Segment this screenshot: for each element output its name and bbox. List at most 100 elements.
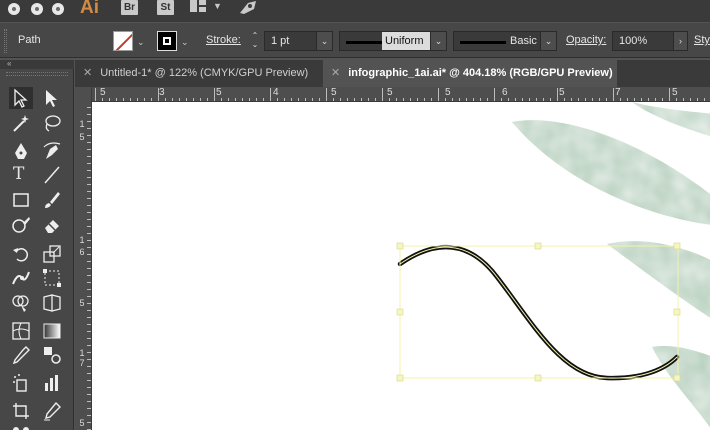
- stroke-swatch[interactable]: [157, 31, 177, 51]
- profile-preview: [346, 41, 382, 44]
- ruler-tick: [87, 359, 91, 360]
- bridge-button[interactable]: Br: [121, 0, 138, 15]
- stroke-weight-field[interactable]: 1 pt ⌄: [264, 31, 333, 51]
- perspective-icon[interactable]: [40, 292, 64, 314]
- ruler-tick: [87, 191, 91, 192]
- opacity-field[interactable]: 100% ›: [612, 31, 688, 51]
- chevron-down-icon[interactable]: ⌄: [316, 32, 332, 50]
- chevron-down-icon[interactable]: ▼: [213, 1, 222, 11]
- ruler-label: 5: [216, 87, 222, 98]
- ruler-tick: [87, 282, 91, 283]
- ruler-tick: [87, 240, 91, 241]
- leaf-shape: [607, 241, 710, 318]
- ruler-tick: [87, 128, 91, 129]
- direct-selection-tool-icon[interactable]: [40, 87, 64, 109]
- ruler-tick: [87, 352, 91, 353]
- control-bar-grip[interactable]: [4, 29, 7, 53]
- gradient-icon[interactable]: [40, 320, 64, 342]
- paintbrush-icon[interactable]: [40, 189, 64, 211]
- ruler-tick: [87, 394, 91, 395]
- tab-untitled-1[interactable]: ✕ Untitled-1* @ 122% (CMYK/GPU Preview): [75, 60, 323, 87]
- stroke-label[interactable]: Stroke:: [206, 34, 241, 46]
- tools-panel-grip[interactable]: [6, 72, 68, 76]
- scale-icon[interactable]: [40, 243, 64, 265]
- ruler-tick: [87, 408, 91, 409]
- chevron-down-icon[interactable]: ⌄: [430, 32, 446, 50]
- eraser-icon[interactable]: [40, 214, 64, 236]
- ruler-tick: [87, 317, 91, 318]
- stroke-dropdown-icon[interactable]: ⌄: [181, 37, 189, 48]
- tab-infographic-1ai[interactable]: ✕ infographic_1ai.ai* @ 404.18% (RGB/GPU …: [323, 60, 617, 87]
- tab-title: infographic_1ai.ai* @ 404.18% (RGB/GPU P…: [348, 67, 613, 79]
- brush-definition-dropdown[interactable]: Basic ⌄: [453, 31, 557, 51]
- rectangle-icon[interactable]: [9, 189, 33, 211]
- hand-tool-icon[interactable]: [9, 424, 33, 430]
- stock-button[interactable]: St: [157, 0, 174, 15]
- chevron-down-icon[interactable]: ⌄: [540, 32, 556, 50]
- ruler-tick: [438, 88, 439, 101]
- pen-icon[interactable]: [9, 140, 33, 162]
- stroke-weight-stepper[interactable]: ⌃ ⌄: [247, 31, 263, 51]
- ruler-tick: [87, 135, 91, 136]
- ruler-tick: [87, 254, 91, 255]
- ruler-tick: [87, 149, 91, 150]
- width-icon[interactable]: [9, 267, 33, 289]
- lasso-icon[interactable]: [40, 112, 64, 134]
- title-bar: Ai Br St ▼: [0, 0, 710, 22]
- ruler-tick: [87, 338, 91, 339]
- zoom-window-button[interactable]: [52, 3, 64, 15]
- slice-icon[interactable]: [40, 400, 64, 422]
- ruler-tick: [326, 88, 327, 101]
- curvature-icon[interactable]: [40, 140, 64, 162]
- blend-icon[interactable]: [40, 344, 64, 366]
- ruler-tick: [87, 331, 91, 332]
- collapse-panel-button[interactable]: «: [0, 60, 74, 69]
- ruler-tick: [557, 88, 558, 101]
- brush-name: Basic: [510, 35, 537, 47]
- fill-dropdown-icon[interactable]: ⌄: [137, 37, 145, 48]
- selection-type-label: Path: [18, 34, 41, 46]
- column-graph-icon[interactable]: [40, 372, 64, 394]
- ruler-label: 5: [79, 418, 85, 428]
- artboard-canvas[interactable]: [92, 102, 710, 430]
- artwork: [396, 102, 710, 428]
- mesh-icon[interactable]: [9, 320, 33, 342]
- ruler-tick: [87, 107, 91, 108]
- chevron-right-icon[interactable]: ›: [673, 32, 687, 50]
- rotate-icon[interactable]: [9, 243, 33, 265]
- magic-wand-icon[interactable]: [9, 112, 33, 134]
- illustrator-window: Ai Br St ▼ Path ⌄ ⌄ Stroke: ⌃ ⌄ 1 pt ⌄ Un…: [0, 0, 710, 430]
- ruler-tick: [87, 163, 91, 164]
- ruler-label: 3: [159, 87, 165, 98]
- ruler-tick: [87, 219, 91, 220]
- ruler-label: 5: [331, 87, 337, 98]
- symbol-sprayer-icon[interactable]: [9, 372, 33, 394]
- close-window-button[interactable]: [8, 3, 20, 15]
- ruler-tick: [87, 198, 91, 199]
- ruler-label: 5: [387, 87, 393, 98]
- ruler-tick: [87, 275, 91, 276]
- variable-width-profile-dropdown[interactable]: Uniform ⌄: [339, 31, 447, 51]
- arrange-documents-icon[interactable]: [190, 0, 206, 12]
- shape-builder-icon[interactable]: [9, 292, 33, 314]
- artboard-icon[interactable]: [9, 400, 33, 422]
- minimize-window-button[interactable]: [31, 3, 43, 15]
- style-label[interactable]: Sty: [694, 34, 710, 46]
- selection-tool-icon[interactable]: [9, 87, 33, 109]
- vertical-ruler[interactable]: 15165175: [75, 87, 92, 430]
- type-icon[interactable]: T: [9, 164, 33, 186]
- opacity-label[interactable]: Opacity:: [566, 34, 606, 46]
- eyedropper-icon[interactable]: [9, 344, 33, 366]
- free-transform-icon[interactable]: [40, 267, 64, 289]
- shaper-icon[interactable]: [9, 214, 33, 236]
- ruler-tick: [87, 247, 91, 248]
- ruler-tick: [158, 88, 159, 101]
- tab-title: Untitled-1* @ 122% (CMYK/GPU Preview): [100, 67, 309, 79]
- ruler-label: 5: [100, 87, 106, 98]
- fill-swatch[interactable]: [113, 31, 133, 51]
- gpu-performance-icon[interactable]: [238, 0, 258, 14]
- horizontal-ruler[interactable]: 5 3 5 4 5 5 5 6 5 7 5: [75, 87, 710, 102]
- line-segment-icon[interactable]: [40, 164, 64, 186]
- close-tab-icon[interactable]: ✕: [331, 67, 340, 79]
- close-tab-icon[interactable]: ✕: [83, 67, 92, 79]
